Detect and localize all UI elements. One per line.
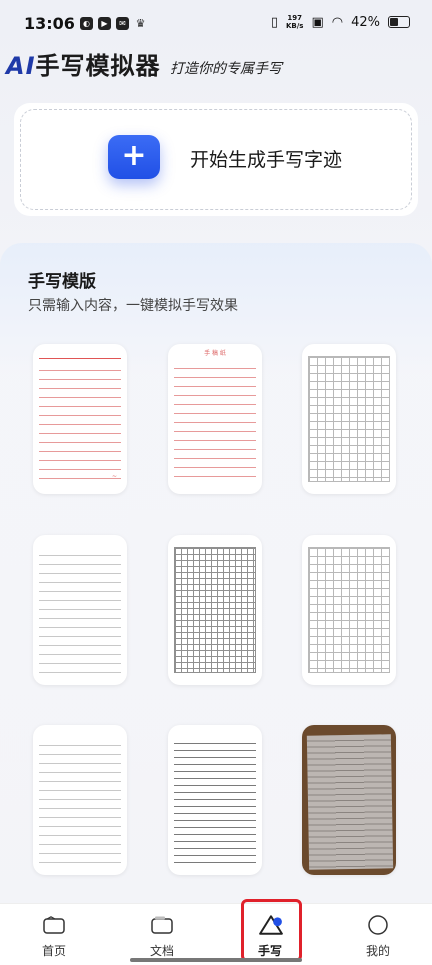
active-nav-highlight	[241, 899, 302, 962]
template-card-red-lined-titled[interactable]: 手 稿 纸	[168, 344, 262, 494]
vibrate-icon: ▯	[270, 14, 278, 30]
nav-item-home[interactable]: 首页	[0, 904, 108, 965]
template-card-gray-lined[interactable]	[33, 535, 127, 685]
template-paper	[39, 547, 121, 673]
play-notification-icon: ▶	[98, 17, 111, 30]
template-header-text: 手 稿 纸	[204, 350, 226, 357]
network-speed-value: 197	[287, 14, 303, 22]
nav-label-document: 文档	[149, 944, 174, 958]
notification-icons: ◐ ▶ ✉ ♛	[80, 17, 147, 30]
status-time: 13:06	[24, 14, 75, 33]
network-speed: 197 KB/s	[286, 14, 303, 30]
status-bar: 13:06 ◐ ▶ ✉ ♛ ▯ 197 KB/s ▣ ◠ 42%	[0, 0, 432, 50]
app-subtitle: 打造你的专属手写	[170, 61, 282, 77]
template-card-dark-lined[interactable]	[168, 725, 262, 875]
template-card-gray-lined-2[interactable]	[33, 725, 127, 875]
app-title: AI手写模拟器	[6, 46, 161, 81]
crown-notification-icon: ♛	[135, 17, 146, 30]
template-top-rule	[39, 358, 121, 359]
template-card-red-lined[interactable]: ~	[33, 344, 127, 494]
generate-label[interactable]: 开始生成手写字迹	[190, 145, 342, 172]
template-photo-sheet	[306, 734, 394, 870]
status-right: ▯ 197 KB/s ▣ ◠ 42%	[271, 14, 410, 30]
template-paper	[39, 737, 121, 863]
template-paper	[174, 360, 256, 482]
template-card-photo-paper[interactable]	[302, 725, 396, 875]
mail-notification-icon: ✉	[116, 17, 129, 30]
home-icon	[43, 916, 65, 934]
nav-label-profile: 我的	[365, 944, 390, 958]
template-photo-background	[302, 725, 396, 875]
battery-icon	[388, 16, 410, 28]
wifi-icon: ◠	[331, 14, 344, 30]
profile-icon	[368, 915, 388, 935]
network-speed-unit: KB/s	[285, 22, 304, 30]
templates-description: 只需输入内容，一键模拟手写效果	[28, 298, 238, 314]
sim-icon: ▣	[311, 14, 324, 30]
template-card-grid-2[interactable]	[302, 535, 396, 685]
app-title-rest: 手写模拟器	[35, 52, 161, 80]
template-paper	[174, 737, 256, 863]
gesture-home-bar[interactable]	[130, 958, 302, 962]
nav-item-document[interactable]: 文档	[108, 904, 216, 965]
app-title-prefix: AI	[6, 52, 36, 80]
nav-label-home: 首页	[41, 944, 66, 958]
template-paper	[308, 547, 390, 673]
plus-icon: +	[121, 138, 147, 173]
template-paper	[174, 547, 256, 673]
template-card-grid[interactable]	[302, 344, 396, 494]
generate-card[interactable]: + 开始生成手写字迹	[14, 103, 418, 216]
template-card-dark-grid[interactable]	[168, 535, 262, 685]
template-paper	[308, 356, 390, 482]
bottom-nav: 首页 文档 手写 我的	[0, 903, 432, 965]
template-paper	[39, 362, 121, 482]
app-notification-icon: ◐	[80, 17, 93, 30]
battery-percent: 42%	[351, 14, 380, 30]
nav-item-profile[interactable]: 我的	[324, 904, 432, 965]
add-button[interactable]: +	[108, 135, 160, 179]
templates-title: 手写模版	[28, 272, 96, 292]
template-page-mark: ~	[111, 473, 117, 480]
document-icon	[151, 916, 173, 934]
